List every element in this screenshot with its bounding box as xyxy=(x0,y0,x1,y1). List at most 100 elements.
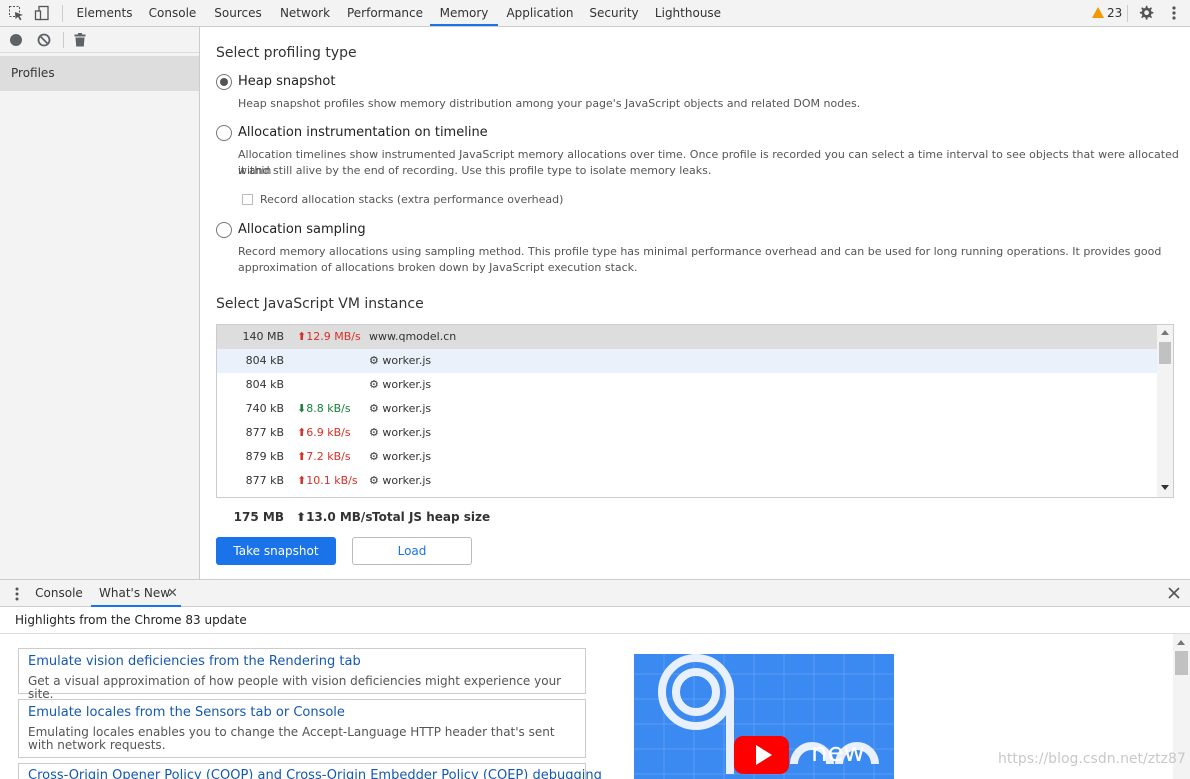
tab-memory[interactable]: Memory xyxy=(430,0,498,26)
card-title[interactable]: Emulate locales from the Sensors tab or … xyxy=(28,705,345,720)
toolbar-divider xyxy=(63,32,64,48)
whats-new-card[interactable]: Cross-Origin Opener Policy (COOP) and Cr… xyxy=(18,763,602,779)
card-description: Emulating locales enables you to change … xyxy=(28,725,555,752)
vm-row-name: ⚙ worker.js xyxy=(369,378,432,391)
drawer-tab-whats-new[interactable]: What's New ✕ xyxy=(91,580,181,607)
tab-performance[interactable]: Performance xyxy=(340,0,430,26)
gear-icon[interactable] xyxy=(1138,5,1154,21)
heap-snapshot-radio[interactable] xyxy=(216,74,232,90)
tab-sources[interactable]: Sources xyxy=(206,0,270,26)
whats-new-card[interactable]: Emulate vision deficiencies from the Ren… xyxy=(18,648,586,701)
allocation-sampling-description-line1: Record memory allocations using sampling… xyxy=(238,245,1162,258)
vm-row[interactable]: 140 MB ⬆12.9 MB/s www.qmodel.cn xyxy=(217,325,1157,349)
allocation-timeline-description-line2: it and still alive by the end of recordi… xyxy=(238,164,712,177)
vm-row[interactable]: 879 kB ⬆7.2 kB/s ⚙ worker.js xyxy=(217,445,1157,469)
main-toolbar: Elements Console Sources Network Perform… xyxy=(0,0,1190,27)
vm-list-scroll-thumb[interactable] xyxy=(1159,342,1171,364)
load-button[interactable]: Load xyxy=(352,537,472,565)
inspect-element-icon[interactable] xyxy=(8,5,24,21)
vm-row-rate: ⬆10.1 kB/s xyxy=(297,474,358,487)
worker-icon: ⚙ xyxy=(369,378,379,391)
vm-row-size: 877 kB xyxy=(245,426,284,439)
allocation-timeline-radio[interactable] xyxy=(216,125,232,141)
tab-security[interactable]: Security xyxy=(582,0,646,26)
worker-icon: ⚙ xyxy=(369,354,379,367)
vm-list-scrollbar[interactable] xyxy=(1157,325,1173,497)
tab-network[interactable]: Network xyxy=(270,0,340,26)
total-heap-size: 175 MB xyxy=(233,510,284,524)
card-title[interactable]: Emulate vision deficiencies from the Ren… xyxy=(28,654,361,669)
vm-row-name: ⚙ worker.js xyxy=(369,354,432,367)
tab-application[interactable]: Application xyxy=(498,0,582,26)
take-snapshot-button[interactable]: Take snapshot xyxy=(216,537,336,565)
scroll-up-icon[interactable] xyxy=(1161,330,1169,335)
toolbar-divider xyxy=(1127,5,1128,22)
vm-row-size: 877 kB xyxy=(245,474,284,487)
whats-new-video-thumbnail[interactable]: new xyxy=(634,654,894,779)
profiling-type-heading: Select profiling type xyxy=(216,45,357,61)
record-allocation-stacks-checkbox[interactable] xyxy=(242,194,253,205)
whats-new-card[interactable]: Emulate locales from the Sensors tab or … xyxy=(18,699,586,758)
watermark: https://blog.csdn.net/ztz87 xyxy=(998,751,1186,767)
tab-console[interactable]: Console xyxy=(139,0,206,26)
vm-row[interactable]: 804 kB ⚙ worker.js xyxy=(217,373,1157,397)
warning-count: 23 xyxy=(1107,6,1123,20)
total-heap-rate: ⬆13.0 MB/s xyxy=(296,510,373,524)
vm-row-size: 804 kB xyxy=(245,354,284,367)
vm-row-size: 740 kB xyxy=(245,402,284,415)
sidebar-item-profiles[interactable]: Profiles xyxy=(0,56,199,91)
close-tab-icon[interactable]: ✕ xyxy=(167,580,178,607)
collect-garbage-icon[interactable] xyxy=(74,33,86,47)
tab-elements[interactable]: Elements xyxy=(70,0,139,26)
vm-row-size: 140 MB xyxy=(242,330,284,343)
allocation-sampling-description-line2: approximation of allocations broken down… xyxy=(238,261,638,274)
close-drawer-icon[interactable] xyxy=(1167,586,1181,600)
worker-icon: ⚙ xyxy=(369,426,379,439)
drawer-tab-console[interactable]: Console xyxy=(29,580,89,607)
vm-row[interactable]: 804 kB ⚙ worker.js xyxy=(217,349,1157,373)
vm-row-rate: ⬇8.8 kB/s xyxy=(297,402,351,415)
allocation-sampling-label[interactable]: Allocation sampling xyxy=(238,222,366,237)
card-title[interactable]: Cross-Origin Opener Policy (COOP) and Cr… xyxy=(28,768,602,779)
device-toolbar-icon[interactable] xyxy=(34,5,50,21)
highlights-header: Highlights from the Chrome 83 update xyxy=(0,607,1190,634)
worker-icon: ⚙ xyxy=(369,402,379,415)
drawer-menu-icon[interactable] xyxy=(9,586,25,602)
vm-instance-list: 140 MB ⬆12.9 MB/s www.qmodel.cn 804 kB ⚙… xyxy=(216,324,1174,498)
worker-icon: ⚙ xyxy=(369,474,379,487)
drawer-tab-label: What's New xyxy=(99,586,171,600)
toolbar-divider xyxy=(62,5,63,22)
video-caption: new xyxy=(811,738,865,768)
vm-row-rate: ⬆7.2 kB/s xyxy=(297,450,351,463)
heap-snapshot-label[interactable]: Heap snapshot xyxy=(238,74,335,89)
card-description: Get a visual approximation of how people… xyxy=(28,674,562,701)
drawer-scroll-thumb[interactable] xyxy=(1175,651,1188,675)
more-options-icon[interactable] xyxy=(1166,5,1182,21)
vm-row[interactable]: 740 kB ⬇8.8 kB/s ⚙ worker.js xyxy=(217,397,1157,421)
vm-row-name: ⚙ worker.js xyxy=(369,450,432,463)
scroll-down-icon[interactable] xyxy=(1161,485,1169,490)
record-allocation-stacks-label[interactable]: Record allocation stacks (extra performa… xyxy=(260,193,563,206)
warning-icon xyxy=(1092,7,1104,18)
vm-row-name: ⚙ worker.js xyxy=(369,402,432,415)
vm-row[interactable]: 877 kB ⬆6.9 kB/s ⚙ worker.js xyxy=(217,421,1157,445)
vm-row-rate: ⬆12.9 MB/s xyxy=(297,330,361,343)
clear-icon[interactable] xyxy=(37,33,51,47)
vm-row-size: 804 kB xyxy=(245,378,284,391)
allocation-timeline-label[interactable]: Allocation instrumentation on timeline xyxy=(238,125,488,140)
worker-icon: ⚙ xyxy=(369,450,379,463)
allocation-sampling-radio[interactable] xyxy=(216,222,232,238)
profiles-sidebar: Profiles xyxy=(0,27,200,579)
total-heap-label: Total JS heap size xyxy=(372,510,491,524)
scroll-up-icon[interactable] xyxy=(1177,640,1185,645)
vm-row-rate: ⬆6.9 kB/s xyxy=(297,426,351,439)
memory-toolbar xyxy=(0,27,199,53)
record-icon[interactable] xyxy=(10,34,22,46)
vm-row-size: 879 kB xyxy=(245,450,284,463)
vm-row[interactable]: 877 kB ⬆10.1 kB/s ⚙ worker.js xyxy=(217,469,1157,493)
vm-instance-heading: Select JavaScript VM instance xyxy=(216,296,424,312)
devtools-window: Elements Console Sources Network Perform… xyxy=(0,0,1190,779)
vm-row-name: ⚙ worker.js xyxy=(369,426,432,439)
tab-lighthouse[interactable]: Lighthouse xyxy=(646,0,730,26)
memory-panel: Select profiling type Heap snapshot Heap… xyxy=(200,27,1190,579)
